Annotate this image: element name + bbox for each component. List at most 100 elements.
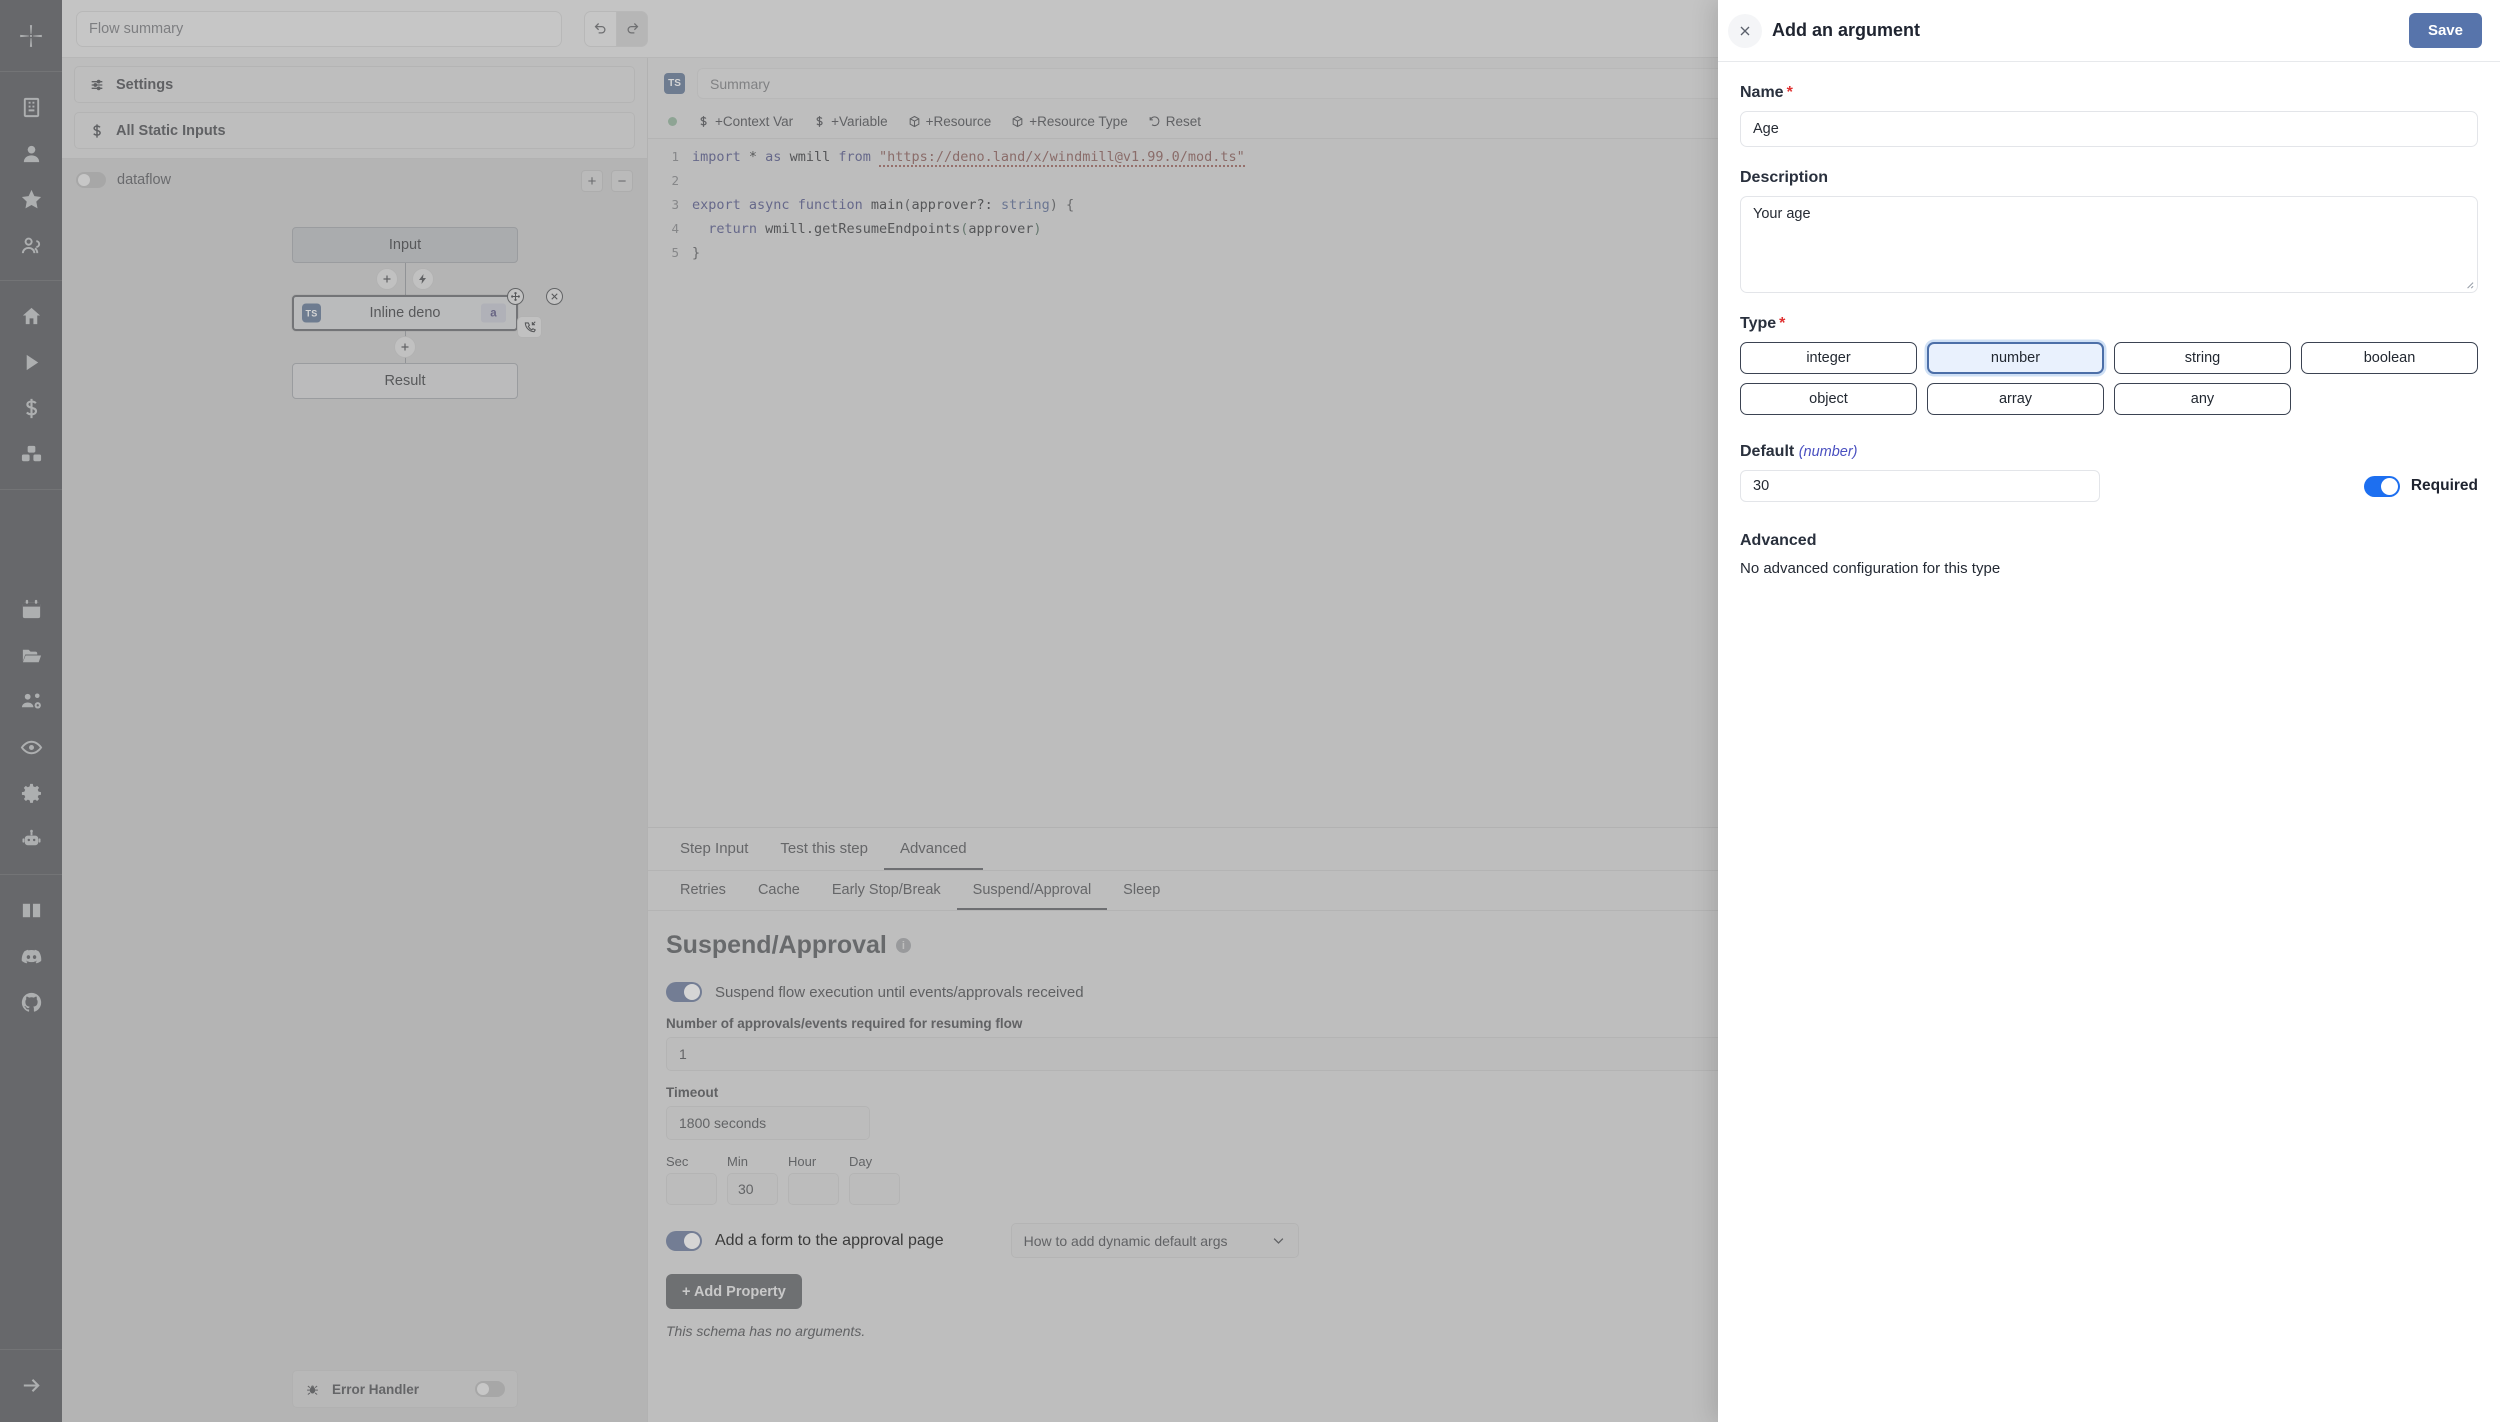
duration-min: Min 30: [727, 1154, 778, 1205]
code-line-content: [692, 169, 700, 193]
dataflow-toggle[interactable]: dataflow: [76, 172, 171, 188]
name-input[interactable]: Age: [1740, 111, 2478, 147]
sidebar-item-workspace[interactable]: [8, 84, 54, 130]
sidebar-item-folders[interactable]: [8, 632, 54, 678]
add-trigger-button[interactable]: [412, 268, 434, 290]
sidebar-item-settings[interactable]: [8, 770, 54, 816]
type-option-array[interactable]: array: [1927, 383, 2104, 415]
description-textarea[interactable]: Your age: [1740, 196, 2478, 293]
bug-icon: [305, 1382, 320, 1397]
move-handle[interactable]: [507, 288, 524, 305]
dataflow-toggle-switch[interactable]: [76, 172, 106, 188]
rail-group-main: [0, 280, 62, 489]
undo-button[interactable]: [584, 11, 616, 47]
type-option-string[interactable]: string: [2114, 342, 2291, 374]
type-required-star: *: [1779, 315, 1785, 333]
tab-cache[interactable]: Cache: [742, 871, 816, 910]
add-property-button[interactable]: + Add Property: [666, 1274, 802, 1309]
dynamic-default-args-label: How to add dynamic default args: [1024, 1233, 1228, 1249]
sidebar-item-groups[interactable]: [8, 222, 54, 268]
required-toggle[interactable]: [2364, 476, 2400, 497]
type-option-boolean[interactable]: boolean: [2301, 342, 2478, 374]
save-button[interactable]: Save: [2409, 13, 2482, 48]
flow-node-step-label: Inline deno: [370, 305, 441, 321]
settings-button[interactable]: Settings: [74, 66, 635, 103]
rail-group-links: [0, 874, 62, 1037]
close-drawer-button[interactable]: [1728, 14, 1762, 48]
sidebar-item-schedules[interactable]: [8, 586, 54, 632]
undo-redo-group: [584, 11, 648, 47]
all-static-inputs-button[interactable]: All Static Inputs: [74, 112, 635, 149]
redo-button[interactable]: [616, 11, 648, 47]
tab-step-input[interactable]: Step Input: [664, 828, 764, 870]
sidebar-item-github[interactable]: [8, 979, 54, 1025]
required-label: Required: [2411, 477, 2478, 495]
flow-node-step[interactable]: TS Inline deno a: [292, 295, 518, 331]
reset-button[interactable]: Reset: [1148, 114, 1201, 129]
sidebar-item-ai[interactable]: [8, 816, 54, 862]
type-label-text: Type: [1740, 315, 1776, 333]
type-option-any[interactable]: any: [2114, 383, 2291, 415]
sidebar-item-variables[interactable]: [8, 385, 54, 431]
dollar-icon: [20, 397, 43, 420]
app-logo[interactable]: [0, 0, 62, 72]
tab-sleep[interactable]: Sleep: [1107, 871, 1176, 910]
tab-early-stop-break[interactable]: Early Stop/Break: [816, 871, 957, 910]
add-context-var-button[interactable]: +Context Var: [697, 114, 793, 129]
expand-sidebar-button[interactable]: [8, 1362, 54, 1408]
duration-day-input[interactable]: [849, 1173, 900, 1205]
dynamic-default-args-select[interactable]: How to add dynamic default args: [1011, 1223, 1299, 1258]
add-variable-button[interactable]: +Variable: [813, 114, 887, 129]
flow-node-result-label: Result: [384, 373, 425, 389]
all-static-inputs-label: All Static Inputs: [116, 123, 226, 139]
delete-step-button[interactable]: [546, 288, 563, 305]
folder-icon: [20, 644, 43, 667]
suspend-toggle[interactable]: [666, 982, 702, 1002]
approval-form-toggle[interactable]: [666, 1231, 702, 1251]
name-label-text: Name: [1740, 84, 1784, 102]
sidebar-item-audit-logs[interactable]: [8, 724, 54, 770]
type-option-number[interactable]: number: [1927, 342, 2104, 374]
add-step-button[interactable]: [376, 268, 398, 290]
error-handler-row[interactable]: Error Handler: [292, 1370, 518, 1408]
add-step-button[interactable]: [394, 336, 416, 358]
error-handler-toggle[interactable]: [475, 1381, 505, 1397]
flow-summary-input[interactable]: Flow summary: [76, 11, 562, 47]
sidebar-item-docs[interactable]: [8, 887, 54, 933]
name-label: Name *: [1740, 84, 2478, 102]
tab-test-this-step[interactable]: Test this step: [764, 828, 884, 870]
dollar-icon: [89, 123, 105, 139]
add-resource-button[interactable]: +Resource: [908, 114, 992, 129]
zoom-in-button[interactable]: +: [581, 170, 603, 192]
duration-sec-input[interactable]: [666, 1173, 717, 1205]
duration-min-input[interactable]: 30: [727, 1173, 778, 1205]
flow-canvas[interactable]: dataflow + − Input: [62, 158, 647, 1422]
default-value-input[interactable]: 30: [1740, 470, 2100, 502]
sidebar-item-discord[interactable]: [8, 933, 54, 979]
sidebar-item-user[interactable]: [8, 130, 54, 176]
tab-suspend-approval[interactable]: Suspend/Approval: [957, 871, 1108, 910]
sidebar-item-favorites[interactable]: [8, 176, 54, 222]
flow-node-input-label: Input: [389, 237, 421, 253]
sidebar-item-workers[interactable]: [8, 678, 54, 724]
type-option-integer[interactable]: integer: [1740, 342, 1917, 374]
info-icon[interactable]: i: [896, 938, 911, 953]
sidebar-item-runs[interactable]: [8, 339, 54, 385]
timeout-input[interactable]: 1800 seconds: [666, 1106, 870, 1140]
tab-retries[interactable]: Retries: [664, 871, 742, 910]
duration-hour-input[interactable]: [788, 1173, 839, 1205]
type-option-object[interactable]: object: [1740, 383, 1917, 415]
sidebar-item-home[interactable]: [8, 293, 54, 339]
add-resource-type-button[interactable]: +Resource Type: [1011, 114, 1127, 129]
sidebar-item-resources[interactable]: [8, 431, 54, 477]
flow-node-result[interactable]: Result: [292, 363, 518, 399]
flow-nodes: Input: [292, 227, 542, 399]
line-number: 2: [648, 169, 692, 193]
tab-advanced[interactable]: Advanced: [884, 828, 983, 870]
typescript-badge: TS: [664, 73, 685, 94]
duration-day-label: Day: [849, 1154, 900, 1169]
box-icon: [908, 115, 921, 128]
flow-node-input[interactable]: Input: [292, 227, 518, 263]
zoom-out-button[interactable]: −: [611, 170, 633, 192]
sliders-icon: [89, 77, 105, 93]
